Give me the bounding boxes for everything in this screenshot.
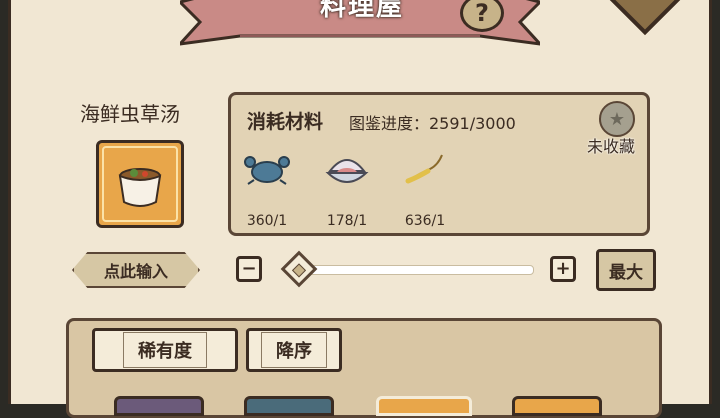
star-icon[interactable]: ★ xyxy=(599,101,635,137)
quantity-input-button[interactable]: 点此输入 xyxy=(72,252,200,288)
recipe-name: 海鲜虫草汤 xyxy=(80,102,180,126)
material-count: 178/1 xyxy=(326,213,368,229)
recipe-card[interactable] xyxy=(512,396,602,416)
collect-status: 未收藏 xyxy=(587,137,636,156)
quantity-slider-track[interactable] xyxy=(290,265,534,275)
cordyceps-icon xyxy=(405,154,443,184)
sort-rarity-button[interactable]: 稀有度 xyxy=(92,328,238,372)
recipe-slot[interactable] xyxy=(96,140,184,228)
clam-icon xyxy=(325,159,369,183)
plus-button[interactable]: + xyxy=(550,256,576,282)
sort-order-label: 降序 xyxy=(261,332,327,368)
material-count: 360/1 xyxy=(246,213,288,229)
recipe-card-selected[interactable] xyxy=(376,396,472,416)
material-item[interactable]: 636/1 xyxy=(395,149,455,229)
material-item[interactable]: 178/1 xyxy=(317,149,377,229)
recipe-card[interactable] xyxy=(244,396,334,416)
materials-title: 消耗材料 xyxy=(247,111,324,133)
material-item[interactable]: 360/1 xyxy=(237,149,297,229)
materials-panel: 消耗材料 图鉴进度：2591/3000 ★ 未收藏 360/1 178/1 63… xyxy=(228,92,650,236)
minus-button[interactable]: − xyxy=(236,256,262,282)
sort-rarity-label: 稀有度 xyxy=(123,332,207,368)
page-title: 料理屋 xyxy=(320,0,405,22)
recipe-card[interactable] xyxy=(114,396,204,416)
sort-order-button[interactable]: 降序 xyxy=(246,328,342,372)
soup-pot-icon xyxy=(118,168,162,207)
collection-progress: 图鉴进度：2591/3000 xyxy=(349,114,516,133)
crab-icon xyxy=(244,156,290,185)
material-count: 636/1 xyxy=(404,213,446,229)
max-button[interactable]: 最大 xyxy=(596,249,656,291)
